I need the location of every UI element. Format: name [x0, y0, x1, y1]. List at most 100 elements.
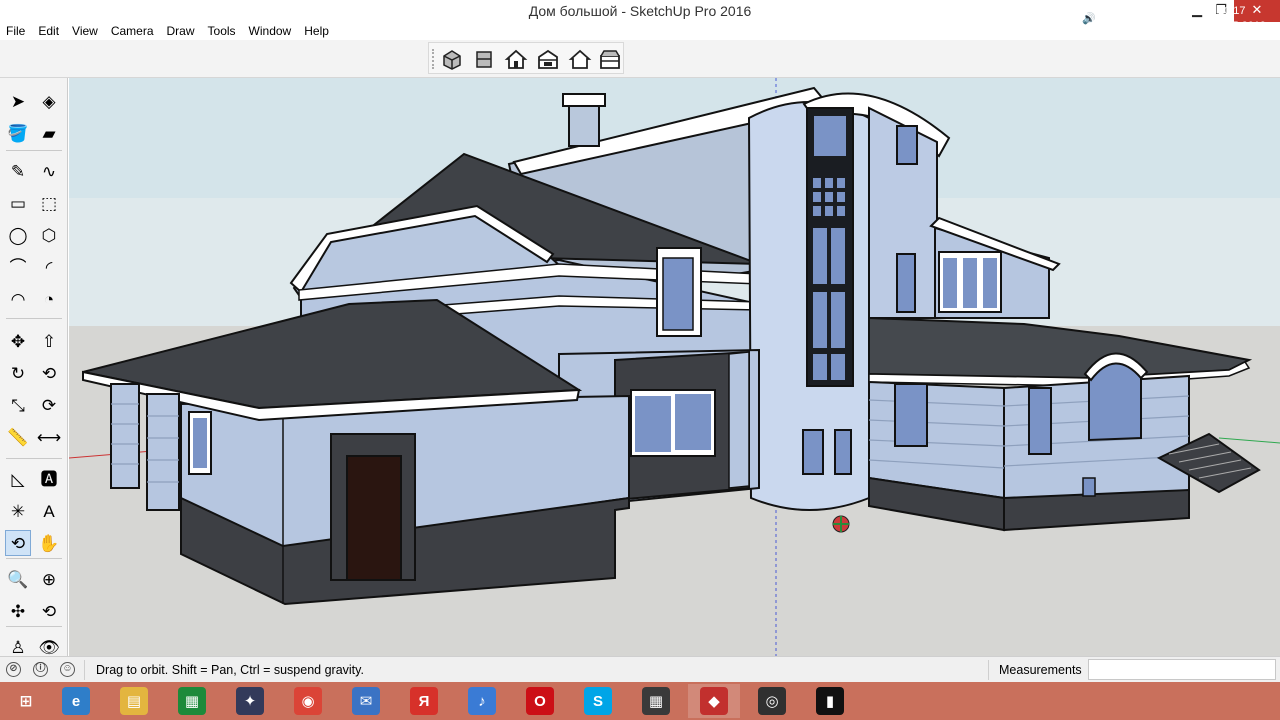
dimension-tool-icon[interactable]: ⟷	[36, 424, 62, 450]
opera-icon[interactable]: O	[514, 684, 566, 718]
drawing-viewport[interactable]	[69, 78, 1280, 656]
tray-overflow-icon[interactable]: ▲	[1060, 12, 1071, 24]
system-tray: ▲ 🔊 ▯ ▮ ◀ POL	[1052, 0, 1280, 38]
battery-icon[interactable]: ▯	[1104, 12, 1110, 25]
axes-tool-icon[interactable]: ✳	[5, 498, 31, 524]
tool-palette: ➤ ◈ 🪣 ▰ ✎ ∿ ▭ ⬚ ◯ ⬡ ⌒ ◜ ◠ ◔ ✥ ⇧ ↻ ⟲ ⤡ ⟳ 📏 ⟷ ◺ 🅰 ✳ A ⟲ ✋ 🔍 ⊕ ✣ ⟲ ♙ 👁	[0, 78, 68, 656]
yandex-browser-icon[interactable]: Я	[398, 684, 450, 718]
internet-explorer-icon-glyph: e	[62, 687, 90, 715]
sketchup-pro-icon[interactable]: ◆	[688, 684, 740, 718]
menu-camera[interactable]: Camera	[105, 22, 161, 40]
rectangle-tool-icon[interactable]: ▭	[5, 190, 31, 216]
right-view-icon[interactable]	[535, 47, 561, 71]
obs-studio-icon-glyph: ◎	[758, 687, 786, 715]
status-bar: ⊘ ⓘ ☺ Drag to orbit. Shift = Pan, Ctrl =…	[0, 656, 1280, 682]
arc-tool-icon[interactable]: ⌒	[5, 254, 31, 280]
line-tool-icon[interactable]: ✎	[5, 158, 31, 184]
media-app-icon-glyph: ▮	[816, 687, 844, 715]
top-view-icon[interactable]	[471, 47, 497, 71]
internet-explorer-icon[interactable]: e	[50, 684, 102, 718]
menu-tools[interactable]: Tools	[202, 22, 243, 40]
polygon-tool-icon[interactable]: ⬡	[36, 222, 62, 248]
start-button[interactable]: ⊞	[0, 684, 52, 718]
push-pull-icon[interactable]: ⇧	[36, 328, 62, 354]
menu-view[interactable]: View	[66, 22, 105, 40]
chrome-icon-glyph: ◉	[294, 687, 322, 715]
menu-draw[interactable]: Draw	[161, 22, 202, 40]
eraser-icon[interactable]: ▰	[36, 120, 62, 146]
measurements-input[interactable]	[1088, 659, 1276, 680]
left-view-icon[interactable]	[597, 47, 623, 71]
yandex-browser-icon-glyph: Я	[410, 687, 438, 715]
palette-separator	[6, 558, 62, 559]
scale-tool-icon[interactable]: ⤡	[5, 392, 31, 418]
palette-separator	[6, 626, 62, 627]
pie-tool-icon[interactable]: ◔	[36, 286, 62, 312]
menu-help[interactable]: Help	[298, 22, 336, 40]
zoom-tool-icon[interactable]: 🔍	[5, 566, 31, 592]
volume-icon[interactable]: ◀	[1148, 12, 1156, 25]
status-separator	[988, 660, 989, 680]
front-view-icon[interactable]	[503, 47, 529, 71]
menu-window[interactable]: Window	[243, 22, 299, 40]
iso-view-icon[interactable]	[439, 47, 465, 71]
sketchup-make-icon[interactable]: ✦	[224, 684, 276, 718]
offset-tool-icon[interactable]: ⟳	[36, 392, 62, 418]
sketchup-make-icon-glyph: ✦	[236, 687, 264, 715]
circle-tool-icon[interactable]: ◯	[5, 222, 31, 248]
start-glyph: ⊞	[12, 687, 40, 715]
menu-edit[interactable]: Edit	[32, 22, 66, 40]
rotate-tool-icon[interactable]: ↻	[5, 360, 31, 386]
audio-player-icon-glyph: ♪	[468, 687, 496, 715]
3d-text-icon[interactable]: A	[36, 498, 62, 524]
obs-studio-icon[interactable]: ◎	[746, 684, 798, 718]
select-tool-icon[interactable]: ➤	[5, 88, 31, 114]
store-icon-glyph: ▦	[178, 687, 206, 715]
file-explorer-icon-glyph: ▤	[120, 687, 148, 715]
toolbar-area	[0, 40, 1280, 78]
toolbar-grip[interactable]	[432, 49, 435, 69]
skype-icon[interactable]: S	[572, 684, 624, 718]
geo-location-icon[interactable]: ⊘	[6, 662, 21, 677]
previous-view-icon[interactable]: ⟲	[36, 598, 62, 624]
zoom-extents-icon[interactable]: ✣	[5, 598, 31, 624]
store-icon[interactable]: ▦	[166, 684, 218, 718]
tape-measure-icon[interactable]: 📏	[5, 424, 31, 450]
media-app-icon[interactable]: ▮	[804, 684, 856, 718]
speaker-icon[interactable]: 🔊	[1082, 12, 1096, 25]
make-component-icon[interactable]: ◈	[36, 88, 62, 114]
clock-time[interactable]: 10:17	[1218, 5, 1246, 17]
file-explorer-icon[interactable]: ▤	[108, 684, 160, 718]
house-model	[69, 78, 1280, 656]
measurements-label: Measurements	[999, 663, 1082, 677]
paint-bucket-icon[interactable]: 🪣	[5, 120, 31, 146]
menu-file[interactable]: File	[0, 22, 32, 40]
language-indicator[interactable]: POL	[1174, 12, 1196, 24]
calculator-icon-glyph: ▦	[642, 687, 670, 715]
orbit-tool-icon[interactable]: ⟲	[5, 530, 31, 556]
rotated-rectangle-icon[interactable]: ⬚	[36, 190, 62, 216]
protractor-icon[interactable]: ◺	[5, 466, 31, 492]
two-point-arc-icon[interactable]: ◜	[36, 254, 62, 280]
mail-icon[interactable]: ✉	[340, 684, 392, 718]
clock-date[interactable]: 03.05.2019	[1211, 20, 1266, 32]
follow-me-icon[interactable]: ⟲	[36, 360, 62, 386]
freehand-tool-icon[interactable]: ∿	[36, 158, 62, 184]
palette-separator	[6, 458, 62, 459]
back-view-icon[interactable]	[567, 47, 593, 71]
mail-icon-glyph: ✉	[352, 687, 380, 715]
network-icon[interactable]: ▮	[1126, 12, 1132, 25]
user-icon[interactable]: ☺	[60, 662, 75, 677]
chrome-icon[interactable]: ◉	[282, 684, 334, 718]
move-tool-icon[interactable]: ✥	[5, 328, 31, 354]
opera-icon-glyph: O	[526, 687, 554, 715]
palette-separator	[6, 318, 62, 319]
pan-tool-icon[interactable]: ✋	[36, 530, 62, 556]
zoom-window-icon[interactable]: ⊕	[36, 566, 62, 592]
audio-player-icon[interactable]: ♪	[456, 684, 508, 718]
credits-icon[interactable]: ⓘ	[33, 662, 48, 677]
orbit-cursor	[832, 515, 850, 533]
three-point-arc-icon[interactable]: ◠	[5, 286, 31, 312]
text-tool-icon[interactable]: 🅰	[36, 466, 62, 492]
calculator-icon[interactable]: ▦	[630, 684, 682, 718]
